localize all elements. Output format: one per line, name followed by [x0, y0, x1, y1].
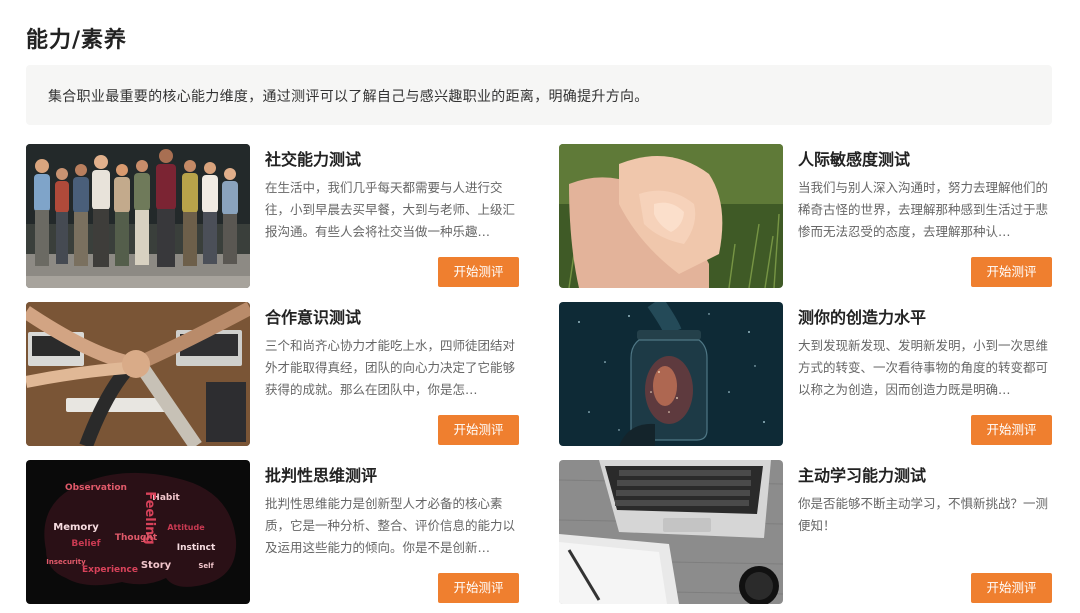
- section-title: 能力/素养: [26, 28, 128, 53]
- start-test-button[interactable]: 开始测评: [971, 257, 1052, 287]
- laptop-notebook-photo[interactable]: [559, 460, 783, 604]
- test-card-creativity: 测你的创造力水平 大到发现新发现、发明新发明，小到一次思维方式的转变、一次看待事…: [559, 302, 1052, 446]
- card-title[interactable]: 测你的创造力水平: [798, 304, 926, 328]
- hands-together-photo[interactable]: [559, 144, 783, 288]
- start-test-button[interactable]: 开始测评: [971, 415, 1052, 445]
- start-test-button[interactable]: 开始测评: [438, 415, 519, 445]
- brain-word: Insecurity: [46, 558, 86, 566]
- brain-word: Story: [141, 560, 172, 571]
- card-description: 当我们与别人深入沟通时，努力去理解他们的稀奇古怪的世界，去理解那种感到生活过于悲…: [798, 180, 1049, 239]
- test-card-interpersonal-sensitivity: 人际敏感度测试 当我们与别人深入沟通时，努力去理解他们的稀奇古怪的世界，去理解那…: [559, 144, 1052, 288]
- galaxy-jar-photo[interactable]: [559, 302, 783, 446]
- brain-word: Experience: [82, 565, 138, 575]
- brain-word: Belief: [71, 539, 100, 549]
- brain-word: Attitude: [167, 523, 205, 532]
- intro-text: 集合职业最重要的核心能力维度，通过测评可以了解自己与感兴趣职业的距离，明确提升方…: [48, 89, 649, 105]
- start-test-button[interactable]: 开始测评: [971, 573, 1052, 603]
- test-card-critical-thinking: Observation Habit Feeling Memory Belief Thoug…: [26, 460, 519, 604]
- group-of-people-photo[interactable]: [26, 144, 250, 288]
- brain-word: Observation: [65, 483, 127, 493]
- test-card-social: 社交能力测试 在生活中，我们几乎每天都需要与人进行交往，小到早晨去买早餐，大到与…: [26, 144, 519, 288]
- test-card-teamwork: 合作意识测试 三个和尚齐心协力才能吃上水，四师徒团结对外才能取得真经，团队的向心…: [26, 302, 519, 446]
- brain-word-cloud-image[interactable]: Observation Habit Feeling Memory Belief Thoug…: [26, 460, 250, 604]
- start-test-button[interactable]: 开始测评: [438, 573, 519, 603]
- brain-word: Instinct: [177, 543, 216, 553]
- card-description: 批判性思维能力是创新型人才必备的核心素质，它是一种分析、整合、评价信息的能力以及…: [265, 496, 516, 555]
- card-description: 在生活中，我们几乎每天都需要与人进行交往，小到早晨去买早餐，大到与老师、上级汇报…: [265, 180, 516, 239]
- card-title[interactable]: 批判性思维测评: [265, 462, 377, 486]
- brain-word: Memory: [53, 522, 99, 533]
- card-title[interactable]: 社交能力测试: [265, 146, 361, 170]
- test-card-active-learning: 主动学习能力测试 你是否能够不断主动学习，不惧新挑战？一测便知！ 开始测评: [559, 460, 1052, 604]
- start-test-button[interactable]: 开始测评: [438, 257, 519, 287]
- team-fist-bump-photo[interactable]: [26, 302, 250, 446]
- card-title[interactable]: 主动学习能力测试: [798, 462, 926, 486]
- card-description: 你是否能够不断主动学习，不惧新挑战？一测便知！: [798, 496, 1049, 533]
- card-title[interactable]: 人际敏感度测试: [798, 146, 910, 170]
- intro-banner: 集合职业最重要的核心能力维度，通过测评可以了解自己与感兴趣职业的距离，明确提升方…: [26, 65, 1052, 125]
- brain-word: Self: [198, 562, 214, 570]
- card-description: 三个和尚齐心协力才能吃上水，四师徒团结对外才能取得真经，团队的向心力决定了它能够…: [265, 338, 516, 397]
- card-title[interactable]: 合作意识测试: [265, 304, 361, 328]
- brain-word: Thought: [115, 533, 158, 543]
- card-description: 大到发现新发现、发明新发明，小到一次思维方式的转变、一次看待事物的角度的转变都可…: [798, 338, 1049, 397]
